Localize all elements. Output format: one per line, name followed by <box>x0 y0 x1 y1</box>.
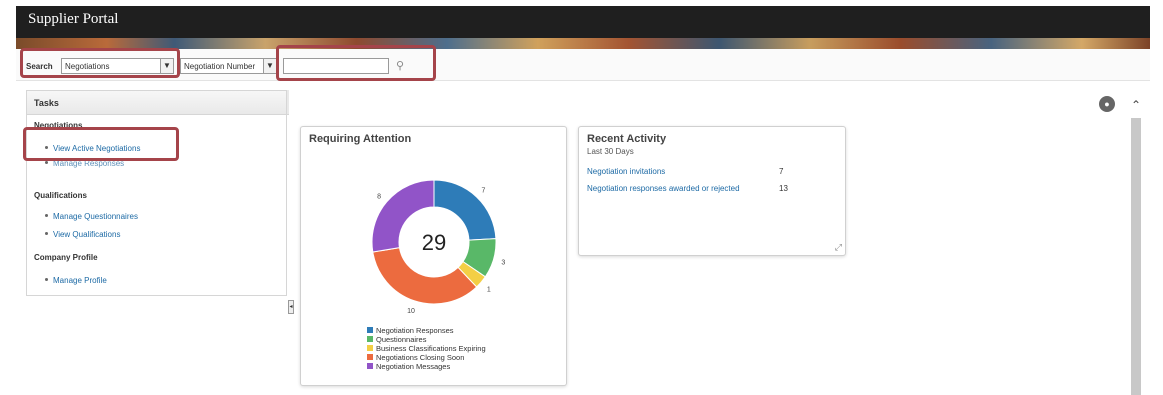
donut-value-label: 1 <box>487 287 491 294</box>
donut-value-label: 7 <box>482 188 486 195</box>
card-title: Requiring Attention <box>309 133 412 145</box>
legend-swatch <box>367 327 373 333</box>
search-field-value: Negotiation Number <box>184 62 256 71</box>
decorative-banner <box>16 38 1150 49</box>
task-link-label: Manage Profile <box>53 276 107 285</box>
scroll-up-icon[interactable]: ⌃ <box>1129 98 1143 112</box>
legend-label: Questionnaires <box>376 335 427 344</box>
recent-activity-card: Recent Activity Last 30 Days Negotiation… <box>578 126 846 256</box>
card-title: Recent Activity <box>587 133 667 145</box>
donut-value-label: 10 <box>407 308 415 315</box>
legend-label: Negotiations Closing Soon <box>376 353 465 362</box>
task-link-manage-profile[interactable]: Manage Profile <box>45 276 107 285</box>
tasks-title: Tasks <box>27 91 286 115</box>
chevron-down-icon[interactable]: ▼ <box>263 59 276 73</box>
task-link-view-qualifications[interactable]: View Qualifications <box>45 230 120 239</box>
donut-value-label: 8 <box>377 193 381 200</box>
task-link-manage-questionnaires[interactable]: Manage Questionnaires <box>45 212 138 221</box>
tasks-header-extension <box>287 90 289 114</box>
donut-value-label: 3 <box>501 259 505 266</box>
divider <box>26 114 289 115</box>
expand-icon[interactable]: ⤢ <box>835 242 842 253</box>
legend-swatch <box>367 363 373 369</box>
activity-count: 7 <box>779 167 784 176</box>
card-subtitle: Last 30 Days <box>587 147 634 156</box>
search-bar: Search Negotiations ▼ Negotiation Number… <box>16 49 1150 81</box>
task-link-label: Manage Questionnaires <box>53 212 138 221</box>
collapse-panel-handle[interactable]: ◂ <box>288 300 294 314</box>
highlight-box <box>23 127 179 161</box>
legend-label: Business Classifications Expiring <box>376 344 486 353</box>
app-window: Supplier Portal Search Negotiations ▼ Ne… <box>16 6 1150 395</box>
group-title-company-profile: Company Profile <box>34 253 98 262</box>
activity-count: 13 <box>779 184 788 193</box>
tasks-panel: Tasks Negotiations View Active Negotiati… <box>26 90 287 296</box>
activity-link-invitations[interactable]: Negotiation invitations <box>587 167 665 176</box>
search-field-select[interactable]: Negotiation Number ▼ <box>180 58 277 74</box>
donut-chart: 29 7 3 1 10 8 <box>371 179 505 315</box>
help-icon[interactable]: ● <box>1099 96 1115 112</box>
bullet-icon <box>45 232 48 235</box>
bullet-icon <box>45 214 48 217</box>
legend-label: Negotiation Messages <box>376 362 451 371</box>
highlight-box <box>276 45 436 81</box>
bullet-icon <box>45 278 48 281</box>
legend-swatch <box>367 345 373 351</box>
group-title-qualifications: Qualifications <box>34 191 87 200</box>
legend-label: Negotiation Responses <box>376 326 454 335</box>
bullet-icon <box>45 161 48 164</box>
legend-swatch <box>367 336 373 342</box>
legend-swatch <box>367 354 373 360</box>
requiring-attention-card: Requiring Attention 29 7 3 1 10 8 Negotiatio… <box>300 126 567 386</box>
app-header: Supplier Portal <box>16 6 1150 38</box>
app-title: Supplier Portal <box>28 11 119 27</box>
scrollbar[interactable] <box>1131 118 1141 395</box>
highlight-box <box>20 48 180 78</box>
activity-link-responses[interactable]: Negotiation responses awarded or rejecte… <box>587 184 740 193</box>
donut-total: 29 <box>422 230 446 255</box>
task-link-label: View Qualifications <box>53 230 121 239</box>
